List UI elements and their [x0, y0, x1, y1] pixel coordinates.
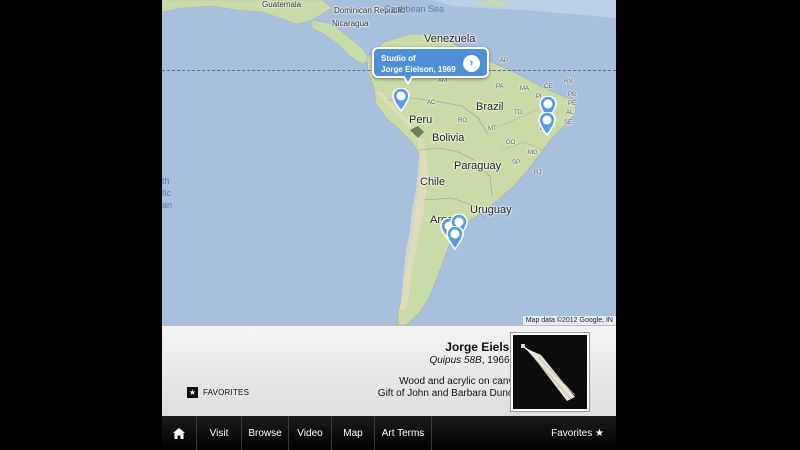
chevron-right-icon[interactable]: › — [463, 55, 480, 72]
map-pin-marker[interactable] — [538, 112, 556, 136]
map-callout[interactable]: Studio of Jorge Eielson, 1969 › — [372, 47, 489, 85]
nav-visit[interactable]: Visit — [197, 416, 242, 450]
map-label-chile: Chile — [420, 176, 446, 188]
map-label-state-go: GO — [506, 140, 516, 146]
nav-browse[interactable]: Browse — [242, 416, 289, 450]
map-label-state-pb: PB — [568, 92, 577, 98]
map-label-state-to: TO — [514, 110, 523, 116]
map-label-state-rn: RN — [564, 79, 573, 85]
home-icon — [173, 427, 185, 439]
callout-pointer-inner — [404, 75, 412, 82]
map-label-ocean-1: th — [162, 176, 170, 186]
map-label-state-sp: SP — [512, 160, 521, 166]
map-label-state-mg: MG — [528, 150, 538, 156]
star-icon: ★ — [187, 386, 198, 398]
favorites-label: FAVORITES — [203, 387, 250, 397]
artwork-title: Quipus 58B — [429, 355, 482, 366]
map-label-nicaragua: Nicaragua — [332, 19, 369, 28]
map-label-ocean-2: fic — [162, 188, 171, 198]
artwork-title-line: Quipus 58B, 1966-68 — [429, 355, 524, 366]
map-label-state-am: AM — [438, 78, 447, 84]
map-label-bolivia: Bolivia — [432, 132, 465, 144]
map-label-state-ac: AC — [427, 100, 436, 106]
map-label-state-ap: AP — [500, 58, 509, 64]
map-label-state-ro: RO — [458, 118, 467, 124]
map-label-state-al: AL — [566, 110, 574, 116]
map-label-uruguay: Uruguay — [470, 204, 512, 216]
nav-video[interactable]: Video — [289, 416, 332, 450]
nav-map[interactable]: Map — [332, 416, 375, 450]
map-label-state-mt: MT — [488, 126, 497, 132]
artwork-credit: Gift of John and Barbara Duncan — [377, 388, 524, 399]
map-label-peru: Peru — [409, 114, 433, 126]
nav-favorites[interactable]: Favorites ★ — [551, 416, 616, 450]
nav-home-button[interactable] — [162, 416, 197, 450]
map-label-state-pe: PE — [568, 101, 577, 107]
map-label-state-rj: RJ — [534, 170, 542, 176]
artwork-medium: Wood and acrylic on canvas — [399, 376, 524, 387]
map-label-state-ma: MA — [520, 86, 529, 92]
artwork-image — [513, 335, 587, 409]
bottom-nav-bar: Visit Browse Video Map Art Terms Favorit… — [162, 416, 616, 450]
map-pin-marker[interactable] — [446, 226, 464, 250]
map-label-state-ce: CE — [544, 84, 553, 90]
nav-art-terms[interactable]: Art Terms — [375, 416, 432, 450]
map-label-state-pa: PA — [496, 84, 504, 90]
map-attribution: Map data ©2012 Google, IN — [522, 316, 616, 325]
app-window: Dominican Republic Nicaragua Caribbean S… — [162, 0, 616, 450]
map-view[interactable]: Dominican Republic Nicaragua Caribbean S… — [162, 0, 616, 325]
artwork-thumbnail[interactable] — [511, 333, 589, 411]
map-label-ocean-3: an — [162, 200, 173, 210]
map-label-venezuela: Venezuela — [424, 33, 476, 45]
map-pin-marker[interactable] — [392, 88, 410, 112]
map-label-caribbean: Caribbean Sea — [384, 4, 445, 14]
map-label-guatemala: Guatemala — [262, 0, 302, 9]
artwork-info-panel: Jorge Eielson Quipus 58B, 1966-68 Wood a… — [162, 325, 616, 416]
map-label-brazil: Brazil — [476, 101, 504, 113]
add-favorite-button[interactable]: ★ FAVORITES — [187, 386, 249, 398]
map-label-state-se: SE — [564, 120, 573, 126]
map-label-paraguay: Paraguay — [454, 160, 502, 172]
